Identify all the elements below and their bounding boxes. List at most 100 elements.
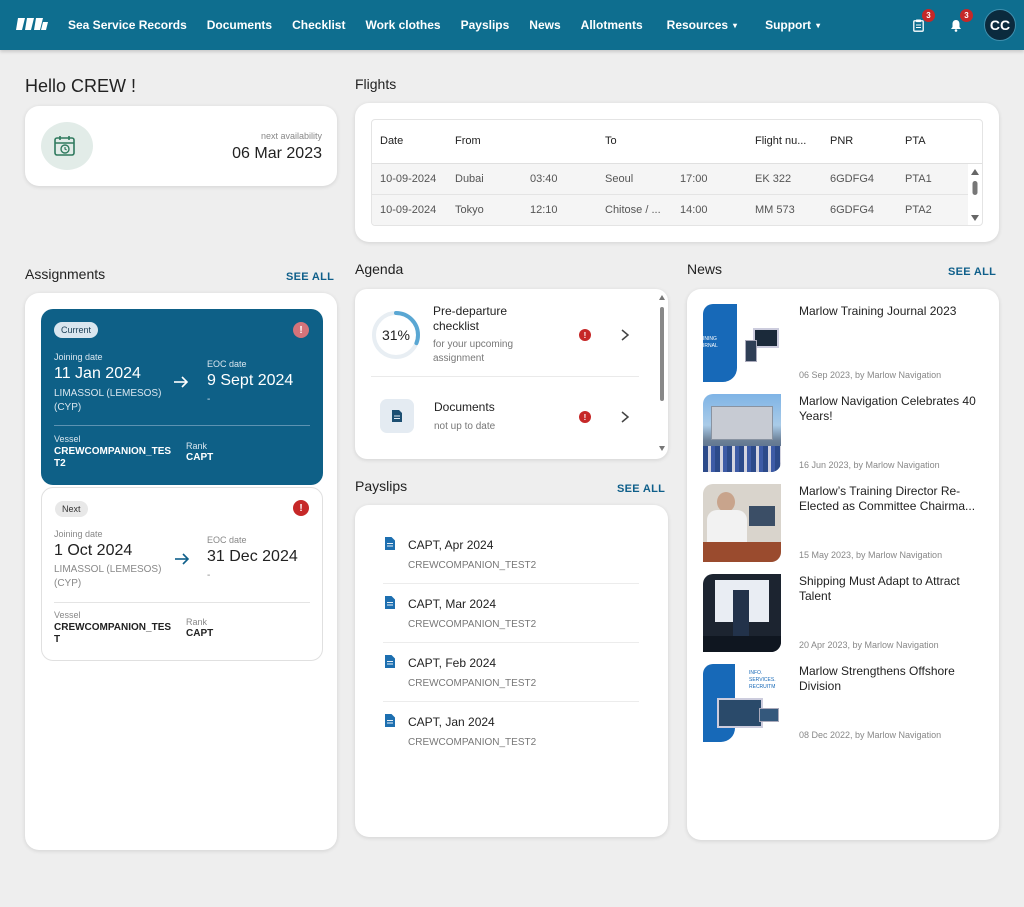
agenda-item-title: Pre-departure checklist [433,304,508,333]
flights-scrollbar[interactable] [968,164,982,226]
arrow-right-icon [175,553,190,565]
news-item[interactable]: Marlow’s Training Director Re-Elected as… [703,484,985,562]
bell-icon [951,19,961,32]
payslips-card: CAPT, Apr 2024 CREWCOMPANION_TEST2 CAPT,… [355,505,668,837]
rank-value: CAPT [186,452,214,463]
col-pta[interactable]: PTA [905,135,926,147]
news-meta: 08 Dec 2022, by Marlow Navigation [799,730,942,740]
flights-table: Date From To Flight nu... PNR PTA 10-09-… [371,119,983,226]
news-meta: 20 Apr 2023, by Marlow Navigation [799,640,939,650]
agenda-item-checklist[interactable]: 31% Pre-departure checklist for your upc… [355,289,657,377]
status-badge: Current [54,322,99,338]
progress-percent: 31% [381,327,411,343]
rank-value: CAPT [186,628,214,639]
list-item[interactable]: CAPT, Jan 2024 CREWCOMPANION_TEST2 [383,702,639,761]
document-icon [385,714,395,727]
user-avatar[interactable]: CC [984,9,1016,41]
eoc-date: 9 Sept 2024 [207,372,294,389]
greeting-heading: Hello CREW ! [25,76,137,96]
clipboard-button[interactable]: 3 [908,9,935,35]
clipboard-badge: 3 [922,9,935,22]
nav-support-dropdown[interactable]: Support ▾ [765,18,820,32]
alert-icon: ! [579,411,591,423]
document-icon [385,596,395,609]
status-badge: Next [55,501,88,517]
payslips-see-all-link[interactable]: SEE ALL [617,483,665,495]
document-icon [392,410,402,422]
news-meta: 06 Sep 2023, by Marlow Navigation [799,370,942,380]
news-meta: 16 Jun 2023, by Marlow Navigation [799,460,940,470]
alert-icon: ! [579,329,591,341]
agenda-item-title: Documents [434,400,495,414]
chevron-right-icon[interactable] [618,328,632,342]
notifications-badge: 3 [960,9,973,22]
col-pnr[interactable]: PNR [830,135,853,147]
chevron-right-icon[interactable] [618,410,632,424]
col-from[interactable]: From [455,135,481,147]
nav-checklist[interactable]: Checklist [292,18,345,32]
agenda-item-documents[interactable]: Documents not up to date ! [355,379,657,467]
agenda-item-subtitle: for your upcoming assignment [433,339,514,364]
news-thumbnail: INFO. SERVICES. RECRUITM [703,664,781,742]
news-title-text: Marlow Navigation Celebrates 40 Years! [799,394,976,423]
news-title-text: Shipping Must Adapt to Attract Talent [799,574,960,603]
flights-title: Flights [355,76,397,92]
availability-card: next availability 06 Mar 2023 [25,106,337,186]
news-see-all-link[interactable]: SEE ALL [948,266,996,278]
agenda-item-subtitle: not up to date [434,421,496,432]
news-thumbnail [703,574,781,652]
next-assignment-card[interactable]: Next ! Joining date 1 Oct 2024 LIMASSOL … [41,487,323,661]
list-item[interactable]: CAPT, Mar 2024 CREWCOMPANION_TEST2 [383,584,639,643]
availability-date: 06 Mar 2023 [232,145,322,162]
nav-documents[interactable]: Documents [207,18,272,32]
marlow-logo-icon[interactable] [16,16,48,32]
nav-sea-service-records[interactable]: Sea Service Records [68,18,187,32]
nav-payslips[interactable]: Payslips [461,18,510,32]
agenda-scrollbar[interactable] [658,291,666,454]
joining-date: 1 Oct 2024 [54,542,133,559]
col-date[interactable]: Date [380,135,403,147]
news-item[interactable]: Shipping Must Adapt to Attract Talent 20… [703,574,985,652]
assignments-see-all-link[interactable]: SEE ALL [286,271,334,283]
agenda-card: 31% Pre-departure checklist for your upc… [355,289,668,459]
news-title-text: Marlow’s Training Director Re-Elected as… [799,484,976,513]
nav-allotments[interactable]: Allotments [581,18,643,32]
vessel-name: CREWCOMPANION_TEST2 [54,446,172,469]
availability-label: next availability [260,131,322,141]
news-title: News [687,261,723,277]
news-item[interactable]: Marlow Navigation Celebrates 40 Years! 1… [703,394,985,472]
clipboard-icon [912,19,924,32]
news-meta: 15 May 2023, by Marlow Navigation [799,550,943,560]
alert-icon: ! [293,500,309,516]
nav-actions: 3 3 CC [908,0,1016,50]
flights-card: Date From To Flight nu... PNR PTA 10-09-… [355,103,999,242]
news-thumbnail [703,394,781,472]
chevron-down-icon: ▾ [733,20,738,30]
nav-resources-dropdown[interactable]: Resources ▾ [667,18,737,32]
list-item[interactable]: CAPT, Apr 2024 CREWCOMPANION_TEST2 [383,525,639,584]
table-row[interactable]: 10-09-2024 Tokyo 12:10 Chitose / ... 14:… [372,195,968,225]
news-title-text: Marlow Strengthens Offshore Division [799,664,955,693]
flights-table-header: Date From To Flight nu... PNR PTA [372,120,982,164]
nav-news[interactable]: News [529,18,560,32]
list-item[interactable]: CAPT, Feb 2024 CREWCOMPANION_TEST2 [383,643,639,702]
news-thumbnail: INING IRNAL [703,304,781,382]
alert-icon: ! [293,322,309,338]
table-row[interactable]: 10-09-2024 Dubai 03:40 Seoul 17:00 EK 32… [372,164,968,195]
top-navbar: Sea Service Records Documents Checklist … [0,0,1024,50]
assignments-card: Current ! Joining date 11 Jan 2024 LIMAS… [25,293,337,850]
col-flight-number[interactable]: Flight nu... [755,135,806,147]
news-item[interactable]: INFO. SERVICES. RECRUITM Marlow Strength… [703,664,985,742]
news-title-text: Marlow Training Journal 2023 [799,304,957,318]
document-icon [385,655,395,668]
arrow-right-icon [174,376,189,388]
news-item[interactable]: INING IRNAL Marlow Training Journal 2023… [703,304,985,382]
eoc-date: 31 Dec 2024 [207,548,298,565]
current-assignment-card[interactable]: Current ! Joining date 11 Jan 2024 LIMAS… [41,309,323,485]
news-card: INING IRNAL Marlow Training Journal 2023… [687,289,999,840]
news-thumbnail [703,484,781,562]
nav-work-clothes[interactable]: Work clothes [365,18,440,32]
col-to[interactable]: To [605,135,617,147]
notifications-button[interactable]: 3 [946,9,973,35]
document-icon [385,537,395,550]
